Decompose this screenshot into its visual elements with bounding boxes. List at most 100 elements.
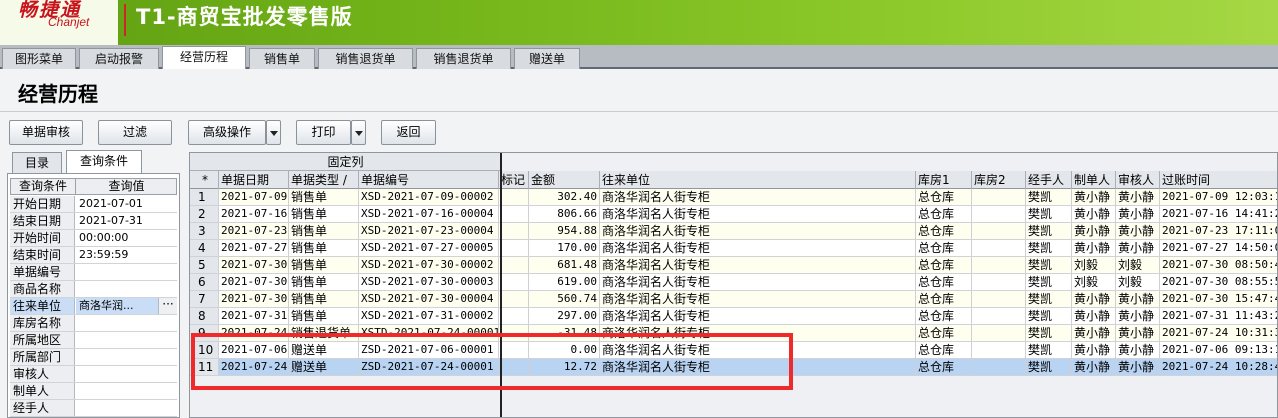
column-header[interactable]: 库房2 bbox=[972, 171, 1026, 189]
table-row[interactable]: 11 2021-07-24 赠送单 ZSD-2021-07-24-00001 12.72… bbox=[190, 359, 1278, 376]
column-header[interactable]: 单据类型 / bbox=[289, 171, 359, 189]
table-row[interactable]: 1 2021-07-09 销售单 XSD-2021-07-09-00002 302.40… bbox=[190, 189, 1277, 206]
column-header[interactable]: 制单人 bbox=[1072, 171, 1116, 189]
tab-sales-return-1[interactable]: 销售退货单 bbox=[318, 48, 413, 69]
column-header[interactable]: 往来单位 bbox=[600, 171, 916, 189]
query-condition-value[interactable]: 00:00:00 bbox=[76, 230, 177, 246]
table-row[interactable]: 7 2021-07-30 销售单 XSD-2021-07-30-00004 560.74… bbox=[190, 291, 1278, 308]
table-cell: 黄小静 bbox=[1116, 308, 1160, 324]
query-condition-value[interactable]: 23:59:59 bbox=[76, 247, 177, 263]
tab-graphic-menu[interactable]: 图形菜单 bbox=[2, 48, 76, 69]
table-row[interactable]: 9 2021-07-24 销售退货单 XSTD-2021-07-24-00001 -31… bbox=[190, 325, 1277, 342]
table-cell: 商洛华润名人街专柜 bbox=[600, 308, 916, 324]
filter-button[interactable]: 过滤 bbox=[98, 120, 172, 145]
table-row[interactable]: 5 2021-07-30 销售单 XSD-2021-07-30-00002 681.48… bbox=[190, 257, 1277, 274]
column-header[interactable]: 经手人 bbox=[1026, 171, 1072, 189]
title-divider bbox=[0, 111, 1278, 112]
table-cell: 销售单 bbox=[289, 240, 359, 256]
table-cell: 黄小静 bbox=[1116, 206, 1160, 222]
table-cell: 刘毅 bbox=[1116, 257, 1160, 273]
table-cell: XSD-2021-07-31-00002 bbox=[359, 308, 499, 324]
back-button[interactable]: 返回 bbox=[381, 120, 436, 145]
query-row[interactable]: 单据编号 bbox=[10, 264, 177, 281]
table-cell bbox=[972, 342, 1026, 358]
table-cell: 12.72 bbox=[529, 359, 600, 375]
query-condition-value[interactable]: 2021-07-31 bbox=[76, 213, 177, 229]
query-condition-value[interactable]: 2021-07-01 bbox=[76, 196, 177, 212]
table-cell: 681.48 bbox=[529, 257, 600, 273]
table-row[interactable]: 8 2021-07-31 销售单 XSD-2021-07-31-00002 297.00… bbox=[190, 308, 1277, 325]
advanced-ops-dropdown-icon[interactable] bbox=[266, 120, 281, 145]
table-row[interactable]: 2 2021-07-16 销售单 XSD-2021-07-16-00004 806.66… bbox=[190, 206, 1277, 223]
query-condition-value[interactable] bbox=[76, 349, 177, 365]
table-cell: 954.88 bbox=[529, 223, 600, 239]
query-condition-value[interactable] bbox=[76, 281, 177, 297]
table-cell: 商洛华润名人街专柜 bbox=[600, 342, 916, 358]
table-cell: 樊凯 bbox=[1026, 274, 1072, 290]
app-banner: 畅捷通 Chanjet T1-商贸宝批发零售版 bbox=[0, 0, 1278, 45]
query-row[interactable]: 所属地区 bbox=[10, 332, 177, 349]
table-cell: 2021-07-24 10:28:44 bbox=[1162, 360, 1278, 373]
query-row[interactable]: 开始日期 2021-07-01 bbox=[10, 196, 177, 213]
table-cell bbox=[972, 206, 1026, 222]
print-button[interactable]: 打印 bbox=[296, 120, 351, 145]
row-number: 9 bbox=[190, 325, 219, 341]
review-button[interactable]: 单据审核 bbox=[9, 120, 83, 145]
table-row[interactable]: 6 2021-07-30 销售单 XSD-2021-07-30-00003 619.00… bbox=[190, 274, 1277, 291]
tab-startup-alert[interactable]: 启动报警 bbox=[79, 48, 159, 69]
column-header[interactable]: 单据日期 bbox=[219, 171, 289, 189]
table-cell: 2021-07-30 15:47:43 bbox=[1162, 292, 1278, 305]
query-row[interactable]: 所属部门 bbox=[10, 349, 177, 366]
ellipsis-button[interactable]: ··· bbox=[158, 298, 177, 314]
query-condition-value[interactable] bbox=[76, 315, 177, 331]
table-cell: 297.00 bbox=[529, 308, 600, 324]
query-condition-value[interactable] bbox=[76, 264, 177, 280]
table-cell: 2021-07-16 bbox=[221, 206, 289, 222]
tab-directory[interactable]: 目录 bbox=[12, 152, 62, 174]
column-header[interactable]: 标记 bbox=[499, 171, 529, 189]
column-header[interactable]: 过账时间 bbox=[1160, 171, 1277, 189]
table-cell: 黄小静 bbox=[1116, 291, 1160, 307]
tab-query-conditions[interactable]: 查询条件 bbox=[66, 150, 142, 174]
query-condition-value[interactable] bbox=[76, 332, 177, 348]
query-row[interactable]: 开始时间 00:00:00 bbox=[10, 230, 177, 247]
table-cell bbox=[499, 189, 529, 205]
tab-gift-order[interactable]: 赠送单 bbox=[514, 48, 580, 69]
query-row[interactable]: 库房名称 bbox=[10, 315, 177, 332]
table-cell: 刘毅 bbox=[1072, 257, 1116, 273]
column-header[interactable]: 单据编号 bbox=[359, 171, 499, 189]
table-cell: 黄小静 bbox=[1072, 308, 1116, 324]
table-cell: 樊凯 bbox=[1026, 240, 1072, 256]
print-dropdown-icon[interactable] bbox=[351, 120, 366, 145]
table-row[interactable]: 4 2021-07-27 销售单 XSD-2021-07-27-00005 170.00… bbox=[190, 240, 1277, 257]
query-condition-value[interactable] bbox=[76, 400, 177, 416]
advanced-ops-button[interactable]: 高级操作 bbox=[188, 120, 266, 145]
tab-sales-order[interactable]: 销售单 bbox=[249, 48, 315, 69]
table-cell: 619.00 bbox=[529, 274, 600, 290]
column-header[interactable]: 审核人 bbox=[1116, 171, 1160, 189]
fixed-column-separator[interactable] bbox=[500, 153, 502, 417]
query-row[interactable]: 制单人 bbox=[10, 383, 177, 400]
query-row[interactable]: 往来单位 商洛华润... ··· bbox=[10, 298, 177, 315]
column-header[interactable]: 金额 bbox=[529, 171, 600, 189]
fixed-columns-header: 固定列 bbox=[190, 153, 501, 171]
table-cell: 樊凯 bbox=[1026, 308, 1072, 324]
table-cell: 2021-07-30 bbox=[221, 274, 289, 290]
table-cell: 总仓库 bbox=[916, 274, 972, 290]
query-row[interactable]: 审核人 bbox=[10, 366, 177, 383]
query-row[interactable]: 经手人 bbox=[10, 400, 177, 417]
column-header[interactable]: 库房1 bbox=[916, 171, 972, 189]
table-cell bbox=[972, 359, 1026, 375]
query-condition-value[interactable] bbox=[76, 383, 177, 399]
table-row[interactable]: 10 2021-07-06 赠送单 ZSD-2021-07-06-00001 0.00 商… bbox=[190, 342, 1277, 359]
tab-sales-return-2[interactable]: 销售退货单 bbox=[416, 48, 511, 69]
table-cell: 总仓库 bbox=[916, 257, 972, 273]
tab-business-history[interactable]: 经营历程 bbox=[162, 46, 246, 69]
table-row[interactable]: 3 2021-07-23 销售单 XSD-2021-07-23-00004 954.88… bbox=[190, 223, 1277, 240]
query-row[interactable]: 商品名称 bbox=[10, 281, 177, 298]
row-number: 3 bbox=[190, 223, 219, 239]
query-row[interactable]: 结束日期 2021-07-31 bbox=[10, 213, 177, 230]
query-row[interactable]: 结束时间 23:59:59 bbox=[10, 247, 177, 264]
query-condition-value[interactable] bbox=[76, 366, 177, 382]
table-cell: XSD-2021-07-30-00004 bbox=[359, 291, 499, 307]
